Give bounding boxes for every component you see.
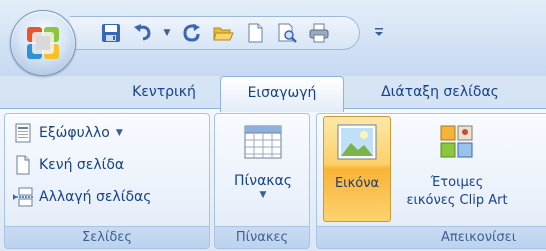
undo-dropdown[interactable]: ▼ (162, 20, 172, 46)
customize-arrow-icon (375, 28, 383, 36)
picture-icon (337, 124, 377, 160)
blank-page-button[interactable]: Κενή σελίδα (13, 152, 124, 178)
tab-insert[interactable]: Εισαγωγή (220, 76, 344, 112)
cover-page-label: Εξώφυλλο (39, 125, 110, 141)
group-tables: Πίνακας ▼ Πίνακες (214, 113, 310, 249)
table-label: Πίνακας (233, 173, 292, 189)
office-button[interactable] (10, 10, 76, 76)
blank-page-icon (16, 155, 30, 175)
print-icon (309, 23, 329, 43)
clip-art-icon (440, 125, 473, 158)
save-button[interactable] (98, 20, 124, 46)
save-icon (102, 24, 120, 42)
undo-icon (134, 24, 151, 41)
group-tables-label: Πίνακες (215, 226, 309, 248)
customize-quick-access-button[interactable] (372, 22, 386, 42)
chevron-down-icon: ▼ (259, 190, 267, 200)
open-button[interactable] (210, 20, 236, 46)
clip-art-button[interactable]: Έτοιμες εικόνες Clip Art (397, 118, 517, 210)
group-illustrations: Εικόνα Έτοιμες εικόνες Clip Art Απεικονί… (316, 113, 546, 249)
table-button[interactable]: Πίνακας ▼ (215, 118, 311, 200)
open-folder-icon (213, 27, 234, 41)
picture-button[interactable]: Εικόνα (323, 116, 391, 222)
chevron-down-icon: ▼ (163, 28, 171, 38)
clip-art-label-line2: εικόνες Clip Art (406, 193, 508, 208)
new-document-button[interactable] (242, 20, 268, 46)
new-document-icon (248, 23, 263, 43)
table-icon (244, 125, 282, 159)
page-break-icon (13, 187, 33, 207)
redo-button[interactable] (178, 20, 204, 46)
undo-button[interactable] (130, 20, 156, 46)
print-preview-button[interactable] (274, 20, 300, 46)
page-break-button[interactable]: Αλλαγή σελίδας (13, 184, 151, 210)
print-preview-icon (278, 23, 297, 43)
picture-label: Εικόνα (334, 176, 380, 191)
print-button[interactable] (306, 20, 332, 46)
group-pages: Εξώφυλλο ▼ Κενή σελίδα Αλλαγή σελίδας Σε… (4, 113, 210, 249)
page-break-label: Αλλαγή σελίδας (39, 189, 152, 205)
quick-access-toolbar: ▼ (70, 16, 360, 50)
redo-icon (183, 24, 200, 42)
ribbon-tabs: Κεντρική Εισαγωγή Διάταξη σελίδας (0, 76, 546, 112)
cover-page-button[interactable]: Εξώφυλλο ▼ (13, 120, 123, 146)
office-logo-icon (27, 27, 59, 59)
tab-home[interactable]: Κεντρική (108, 76, 220, 110)
tab-page-layout[interactable]: Διάταξη σελίδας (360, 76, 520, 110)
group-illustrations-label: Απεικονίσει (317, 226, 546, 248)
clip-art-label-line1: Έτοιμες (430, 175, 484, 190)
group-pages-label: Σελίδες (5, 226, 209, 248)
blank-page-label: Κενή σελίδα (39, 157, 125, 173)
chevron-down-icon: ▼ (115, 128, 123, 138)
ribbon-panel: Εξώφυλλο ▼ Κενή σελίδα Αλλαγή σελίδας Σε… (0, 108, 546, 251)
cover-page-icon (15, 123, 31, 143)
